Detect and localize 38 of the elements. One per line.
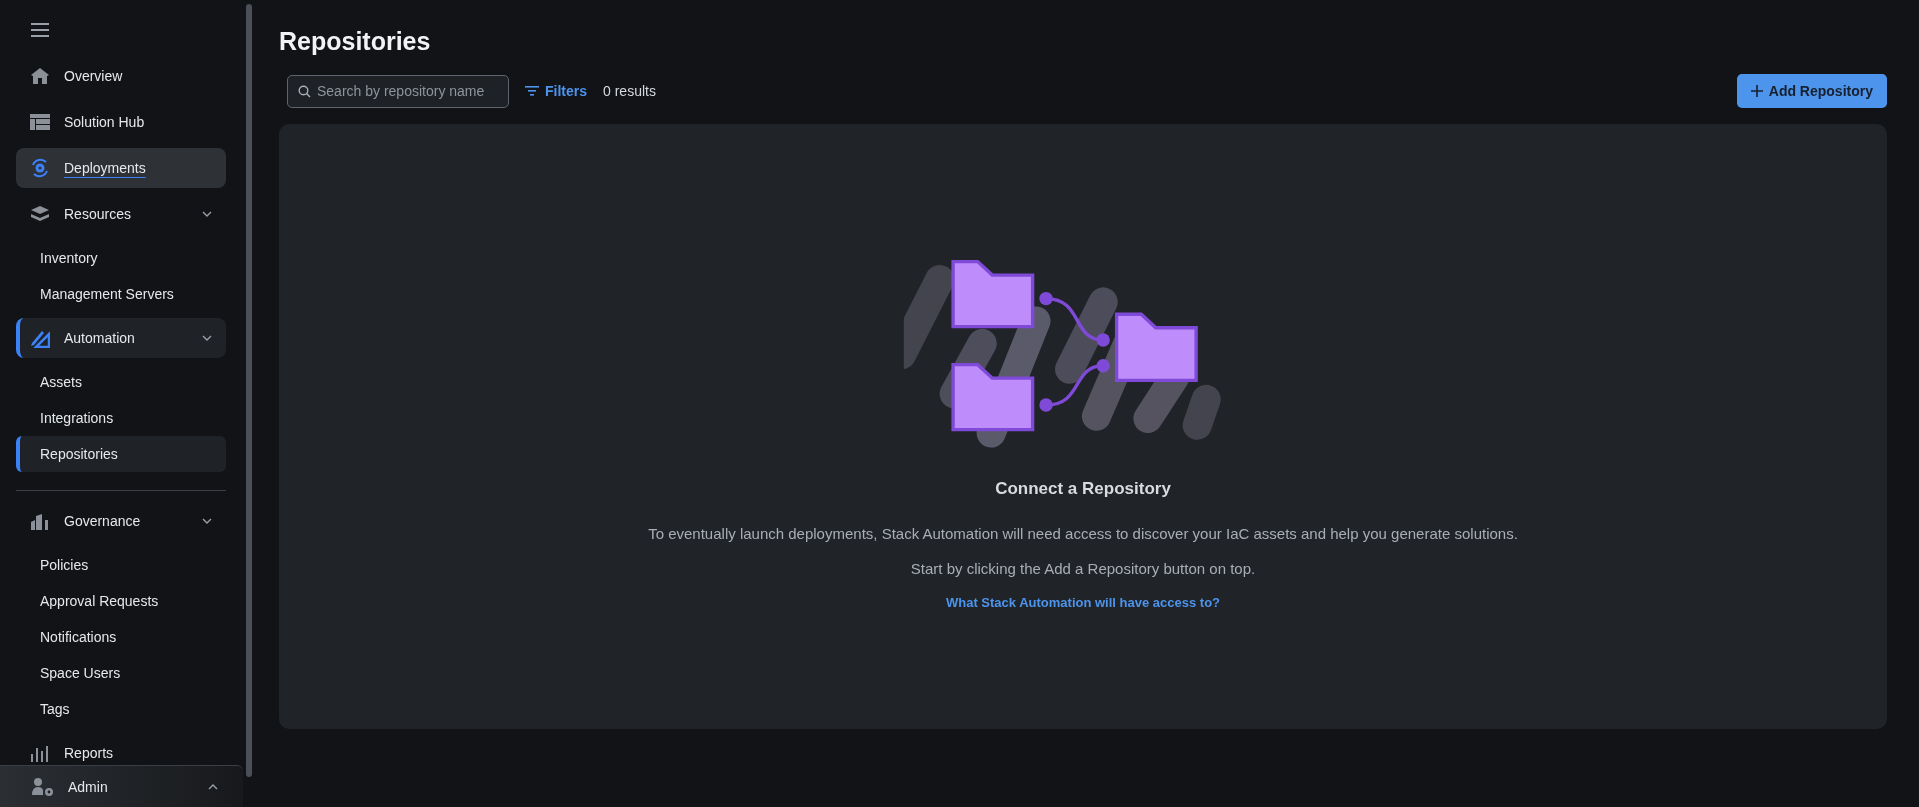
sidebar-subitem[interactable]: Policies [16,547,226,583]
search-field[interactable]: Search by repository name [287,74,509,108]
sidebar-item[interactable]: Solution Hub [16,102,226,142]
empty-state-text: To eventually launch deployments, Stack Automation will need access to discover your IaC assets and help you generate solutions. [648,525,1518,542]
access-info-link[interactable]: What Stack Automation will have access to? [946,595,1220,610]
sidebar-subitem[interactable]: Management Servers [16,276,226,312]
page-title: Repositories [279,26,432,57]
plus-icon [1750,85,1763,97]
results-count: 0 results [603,83,656,99]
add-repository-button[interactable]: Add Repository [1736,74,1887,108]
ruler-pencil-icon [30,328,50,348]
sidebar-item[interactable]: Deployments [16,148,226,188]
sidebar-subitem[interactable]: Notifications [16,619,226,655]
sidebar-subitem[interactable]: Approval Requests [16,583,226,619]
sidebar-subitem[interactable]: Inventory [16,240,226,276]
sidebar-subitem[interactable]: Repositories [16,436,226,472]
search-icon [298,84,311,98]
sidebar-subitem[interactable]: Space Users [16,655,226,691]
home-icon [30,67,50,85]
buildings-icon [30,512,50,530]
layers-icon [30,205,50,223]
account-menu[interactable]: Admin [0,765,243,807]
empty-state-title: Connect a Repository [995,479,1171,499]
table-icon [30,114,50,130]
sidebar-subitem[interactable]: Integrations [16,400,226,436]
bar-chart-icon [30,744,50,762]
scrollbar[interactable] [246,4,252,777]
filters-button[interactable]: Filters [525,83,587,99]
user-gear-icon [32,776,54,797]
empty-state-text: Start by clicking the Add a Repository button on top. [910,560,1256,577]
sidebar-item[interactable]: Overview [16,56,226,96]
sidebar-item[interactable]: Resources [16,194,226,234]
sidebar-subitem[interactable]: Tags [16,691,226,727]
sidebar-item[interactable]: Governance [16,501,226,541]
menu-icon[interactable] [30,22,50,38]
sidebar-subitem[interactable]: Assets [16,364,226,400]
filter-icon [525,86,539,96]
sidebar-item[interactable]: Automation [16,318,226,358]
